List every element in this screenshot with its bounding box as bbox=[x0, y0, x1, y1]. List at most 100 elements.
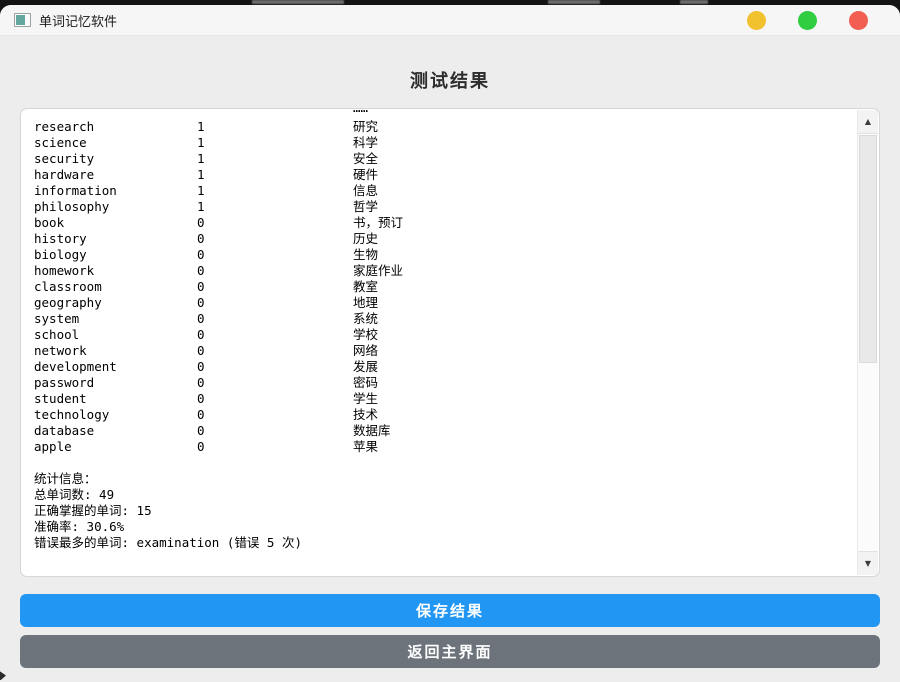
error-count-cell: 0 bbox=[197, 279, 205, 294]
results-textarea[interactable]: ⋯⋯ research 1 研究 science 1 科学 security 1 安全 hardwa… bbox=[20, 108, 880, 577]
results-text: ⋯⋯ research 1 研究 science 1 科学 security 1 安全 hardwa… bbox=[21, 110, 855, 551]
word-cell: apple bbox=[34, 439, 72, 454]
error-count-cell: 0 bbox=[197, 439, 205, 454]
titlebar: 单词记忆软件 bbox=[0, 5, 900, 36]
result-row: geography 0 地理 bbox=[21, 295, 855, 311]
word-cell: philosophy bbox=[34, 199, 110, 214]
error-count-cell: 1 bbox=[197, 167, 205, 182]
word-cell: science bbox=[34, 135, 87, 150]
app-window: 单词记忆软件 测试结果 ⋯⋯ research 1 研究 science 1 科学 secur… bbox=[0, 5, 900, 682]
result-row: apple 0 苹果 bbox=[21, 439, 855, 455]
word-cell: geography bbox=[34, 295, 102, 310]
minimize-button[interactable] bbox=[747, 10, 766, 30]
error-count-cell: 1 bbox=[197, 183, 205, 198]
back-to-main-button[interactable]: 返回主界面 bbox=[20, 635, 880, 668]
scroll-up-icon: ▲ bbox=[864, 117, 872, 126]
page-title: 测试结果 bbox=[410, 71, 490, 92]
result-row: development 0 发展 bbox=[21, 359, 855, 375]
error-count-cell: 0 bbox=[197, 215, 205, 230]
meaning-cell: 系统 bbox=[353, 311, 379, 326]
error-count-cell: 0 bbox=[197, 343, 205, 358]
vertical-scrollbar[interactable]: ▲ ▼ bbox=[857, 110, 878, 575]
word-cell: security bbox=[34, 151, 95, 166]
word-cell: database bbox=[34, 423, 95, 438]
word-cell: student bbox=[34, 391, 87, 406]
result-row: homework 0 家庭作业 bbox=[21, 263, 855, 279]
error-count-cell: 0 bbox=[197, 423, 205, 438]
maximize-button[interactable] bbox=[798, 10, 817, 30]
meaning-cell: 哲学 bbox=[353, 199, 379, 214]
word-cell: classroom bbox=[34, 279, 102, 294]
meaning-cell: 书，预订 bbox=[353, 215, 404, 230]
result-row: ⋯⋯ bbox=[21, 110, 855, 119]
error-count-cell: 1 bbox=[197, 119, 205, 134]
result-row: research 1 研究 bbox=[21, 119, 855, 135]
close-button[interactable] bbox=[849, 10, 868, 30]
result-row: hardware 1 硬件 bbox=[21, 167, 855, 183]
word-cell: network bbox=[34, 343, 87, 358]
stats-line: 正确掌握的单词: 15 bbox=[34, 503, 152, 518]
word-cell: system bbox=[34, 311, 80, 326]
meaning-cell: 生物 bbox=[353, 247, 379, 262]
word-cell: book bbox=[34, 215, 65, 230]
word-cell: information bbox=[34, 183, 117, 198]
stats-line: 总单词数: 49 bbox=[34, 487, 115, 502]
result-row: network 0 网络 bbox=[21, 343, 855, 359]
error-count-cell: 0 bbox=[197, 247, 205, 262]
meaning-cell: 历史 bbox=[353, 231, 379, 246]
meaning-cell: 地理 bbox=[353, 295, 379, 310]
clipped-top-row: ⋯⋯ bbox=[21, 110, 855, 119]
result-row: database 0 数据库 bbox=[21, 423, 855, 439]
meaning-cell: 数据库 bbox=[353, 423, 391, 438]
error-count-cell: 0 bbox=[197, 359, 205, 374]
meaning-cell: 教室 bbox=[353, 279, 379, 294]
result-row: science 1 科学 bbox=[21, 135, 855, 151]
background-text-fragment bbox=[548, 0, 600, 4]
error-count-cell bbox=[197, 110, 353, 119]
word-cell: technology bbox=[34, 407, 110, 422]
meaning-cell: 安全 bbox=[353, 151, 379, 166]
result-row: technology 0 技术 bbox=[21, 407, 855, 423]
meaning-cell: 硬件 bbox=[353, 167, 379, 182]
meaning-cell: 信息 bbox=[353, 183, 379, 198]
error-count-cell: 0 bbox=[197, 327, 205, 342]
result-row: school 0 学校 bbox=[21, 327, 855, 343]
error-count-cell: 0 bbox=[197, 375, 205, 390]
save-results-button[interactable]: 保存结果 bbox=[20, 594, 880, 627]
window-icon bbox=[14, 13, 31, 27]
meaning-cell: 发展 bbox=[353, 359, 379, 374]
error-count-cell: 0 bbox=[197, 391, 205, 406]
word-cell: development bbox=[34, 359, 117, 374]
error-count-cell: 0 bbox=[197, 311, 205, 326]
scrollbar-thumb[interactable] bbox=[859, 135, 877, 363]
main-content: 测试结果 ⋯⋯ research 1 研究 science 1 科学 security 1 安全 h… bbox=[0, 36, 900, 682]
result-row: security 1 安全 bbox=[21, 151, 855, 167]
meaning-cell: 苹果 bbox=[353, 439, 379, 454]
meaning-cell: 网络 bbox=[353, 343, 379, 358]
error-count-cell: 1 bbox=[197, 199, 205, 214]
meaning-cell: 学生 bbox=[353, 391, 379, 406]
result-row: biology 0 生物 bbox=[21, 247, 855, 263]
result-row: book 0 书，预订 bbox=[21, 215, 855, 231]
background-text-fragment bbox=[252, 0, 344, 4]
result-row: information 1 信息 bbox=[21, 183, 855, 199]
traffic-lights bbox=[747, 10, 886, 30]
word-cell: history bbox=[34, 231, 87, 246]
result-row: password 0 密码 bbox=[21, 375, 855, 391]
scroll-up-button[interactable]: ▲ bbox=[858, 110, 878, 134]
word-cell: biology bbox=[34, 247, 87, 262]
result-row: system 0 系统 bbox=[21, 311, 855, 327]
result-row: philosophy 1 哲学 bbox=[21, 199, 855, 215]
statistics-block: 统计信息： 总单词数: 49 正确掌握的单词: 15 准确率: 30.6% 错误最多的单… bbox=[21, 471, 855, 551]
word-cell: school bbox=[34, 327, 80, 342]
scroll-down-button[interactable]: ▼ bbox=[858, 551, 878, 575]
stats-line: 统计信息： bbox=[34, 471, 97, 486]
word-cell: research bbox=[34, 119, 95, 134]
meaning-cell: 研究 bbox=[353, 119, 379, 134]
meaning-cell: 密码 bbox=[353, 375, 379, 390]
error-count-cell: 0 bbox=[197, 263, 205, 278]
result-row: history 0 历史 bbox=[21, 231, 855, 247]
error-count-cell: 0 bbox=[197, 295, 205, 310]
window-title: 单词记忆软件 bbox=[39, 14, 118, 30]
error-count-cell: 1 bbox=[197, 135, 205, 150]
